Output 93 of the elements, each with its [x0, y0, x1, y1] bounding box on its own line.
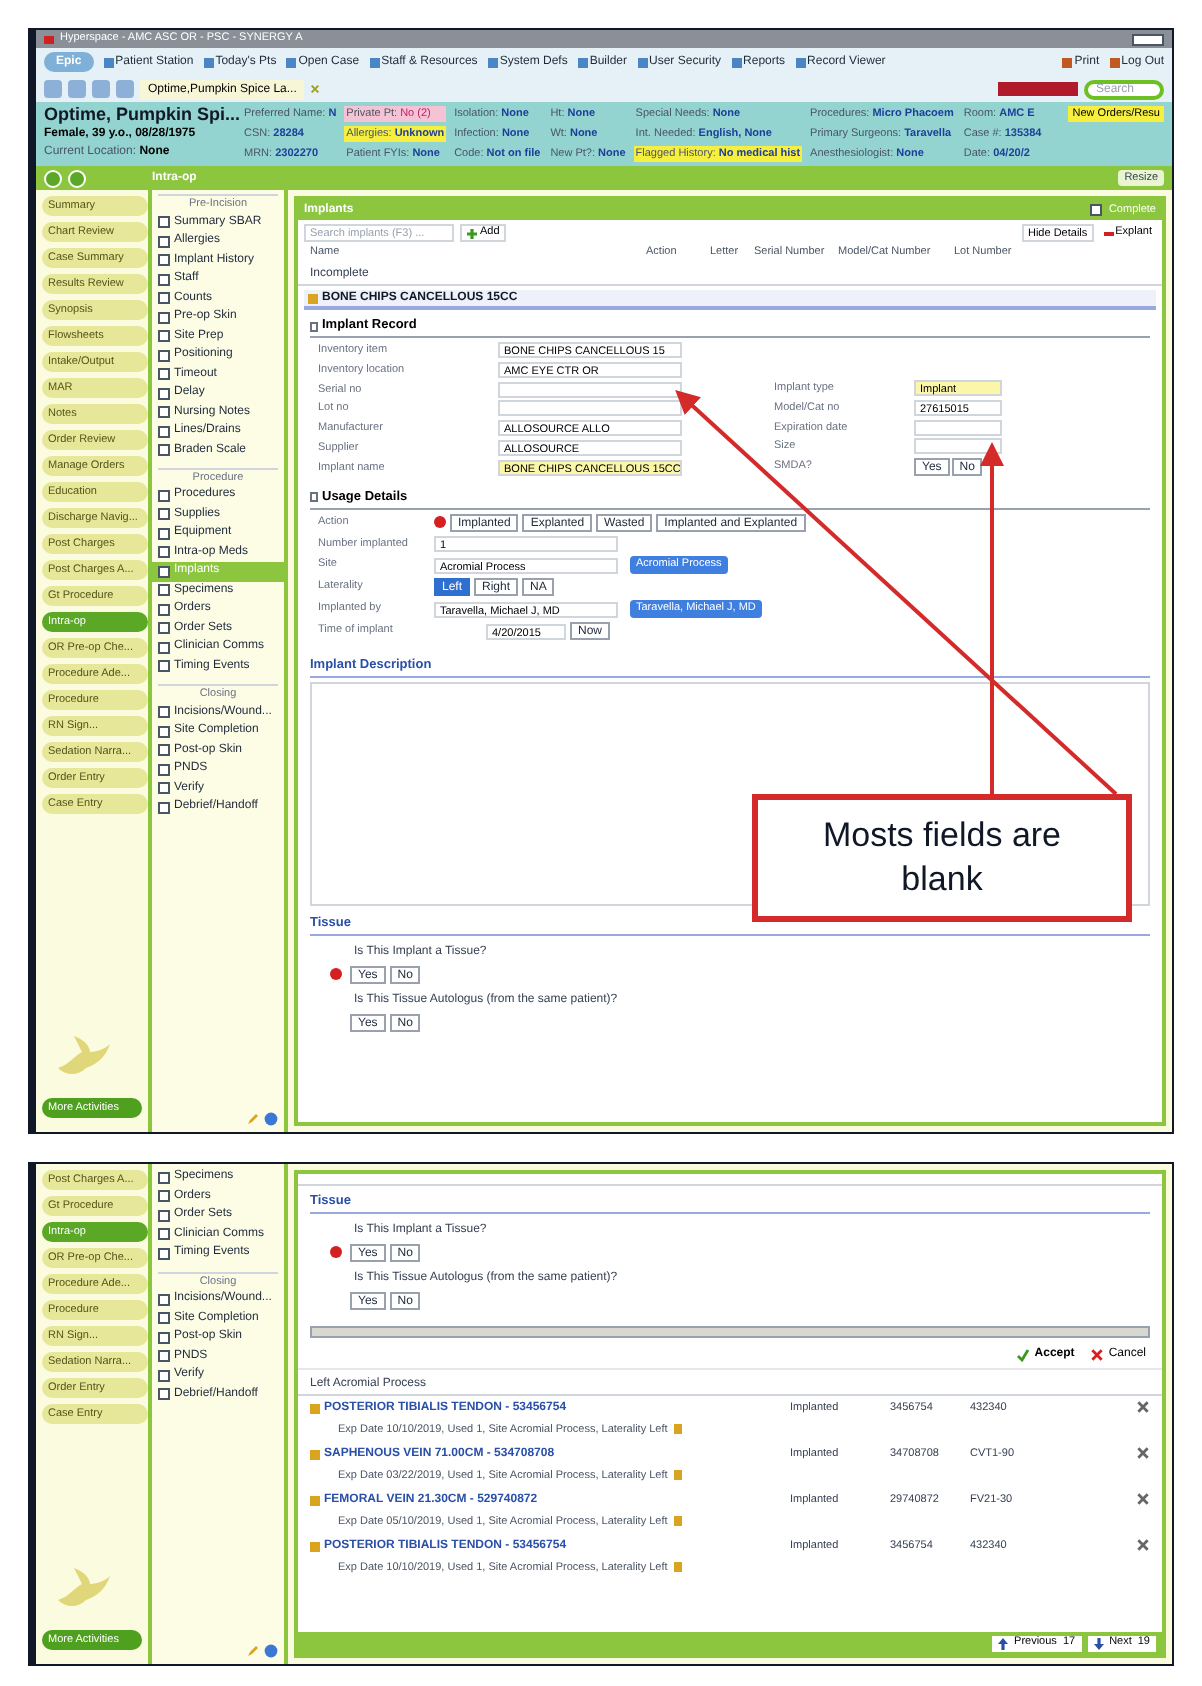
- checkbox[interactable]: [158, 584, 170, 597]
- pencil-icon: [673, 1562, 682, 1573]
- pencil-icon: [673, 1516, 682, 1527]
- pencil-icon: [246, 1112, 260, 1126]
- app-icon: [44, 35, 54, 43]
- toolbar-icon: [731, 57, 742, 67]
- checkbox[interactable]: [158, 801, 170, 813]
- checkbox[interactable]: [158, 1369, 170, 1381]
- checkbox[interactable]: [158, 782, 170, 794]
- toolbar-icon: [487, 57, 498, 67]
- checkbox[interactable]: [158, 387, 170, 399]
- checkbox[interactable]: [158, 508, 170, 521]
- back-icon: [44, 169, 62, 187]
- document-icon: [310, 321, 318, 332]
- checkbox[interactable]: [158, 1293, 170, 1305]
- checkbox[interactable]: [158, 622, 170, 635]
- minus-icon: [1103, 231, 1114, 235]
- remove-button[interactable]: [1136, 1399, 1150, 1414]
- checkbox[interactable]: [158, 1247, 170, 1260]
- checkbox[interactable]: [158, 254, 170, 266]
- checkbox[interactable]: [158, 744, 170, 756]
- toolbar-icon: [286, 57, 297, 67]
- edit-icon: [310, 1449, 320, 1460]
- close-icon: [310, 84, 321, 94]
- input-field[interactable]: [914, 438, 1002, 455]
- input-field[interactable]: [914, 419, 1002, 436]
- checkbox[interactable]: [158, 235, 170, 247]
- help-icon: [264, 1644, 278, 1658]
- toolbar-icon: [369, 57, 380, 67]
- input-field[interactable]: [498, 381, 682, 398]
- forward-icon: [68, 169, 86, 187]
- checkbox[interactable]: [158, 603, 170, 616]
- pencil-icon: [673, 1424, 682, 1435]
- toolbar-icon: [1109, 57, 1120, 67]
- toolbar-icon: [637, 57, 648, 67]
- checkbox[interactable]: [158, 565, 170, 578]
- checkbox[interactable]: [158, 444, 170, 456]
- checkbox[interactable]: [158, 311, 170, 323]
- checkbox[interactable]: [158, 292, 170, 304]
- checkbox[interactable]: [158, 546, 170, 559]
- toolbar-icon: [795, 57, 806, 67]
- checkbox[interactable]: [158, 330, 170, 342]
- checkbox[interactable]: [158, 425, 170, 437]
- pencil-icon: [246, 1644, 260, 1658]
- checkbox[interactable]: [158, 641, 170, 654]
- down-arrow-icon: [1093, 1637, 1104, 1649]
- remove-icon: [1136, 1537, 1150, 1552]
- window-controls-icon: [1132, 33, 1164, 45]
- pencil-icon: [673, 1470, 682, 1481]
- callout-text: Mosts fields are blank: [820, 814, 1064, 902]
- toolbar-icon: [203, 57, 214, 67]
- checkbox[interactable]: [158, 349, 170, 361]
- status-block: [998, 82, 1078, 96]
- checkbox[interactable]: [158, 273, 170, 285]
- edit-icon: [308, 293, 318, 304]
- edit-icon: [310, 1541, 320, 1552]
- remove-button[interactable]: [1136, 1491, 1150, 1506]
- toolbar-icon: [1062, 57, 1073, 67]
- edit-icon: [310, 1403, 320, 1414]
- check-icon: [1016, 1347, 1031, 1362]
- checkbox[interactable]: [158, 1190, 170, 1203]
- remove-button[interactable]: [1136, 1445, 1150, 1460]
- toolbar-icon: [577, 57, 588, 67]
- remove-icon: [1136, 1399, 1150, 1414]
- remove-icon: [1136, 1491, 1150, 1506]
- checkbox[interactable]: [158, 706, 170, 718]
- edit-icon: [310, 1495, 320, 1506]
- checkbox[interactable]: [158, 763, 170, 775]
- help-icon: [264, 1112, 278, 1126]
- plus-icon: [466, 227, 478, 239]
- checkbox[interactable]: [158, 1171, 170, 1184]
- checkbox[interactable]: [158, 1388, 170, 1400]
- checkbox[interactable]: [158, 1312, 170, 1324]
- input-field[interactable]: [498, 400, 682, 417]
- checkbox[interactable]: [158, 527, 170, 540]
- checkbox[interactable]: [158, 1331, 170, 1343]
- checkbox[interactable]: [158, 1228, 170, 1241]
- close-icon: [1090, 1347, 1105, 1362]
- toolbar-icon: [103, 57, 114, 67]
- checkbox[interactable]: [158, 1209, 170, 1222]
- document-icon: [310, 492, 318, 503]
- remove-icon: [1136, 1445, 1150, 1460]
- checkbox[interactable]: [158, 660, 170, 673]
- patient-name: Optime, Pumpkin Spi...: [44, 104, 236, 126]
- checkbox[interactable]: [158, 1350, 170, 1362]
- checkbox[interactable]: [158, 725, 170, 737]
- checkbox[interactable]: [158, 489, 170, 502]
- checkbox[interactable]: [158, 368, 170, 380]
- checkbox[interactable]: [158, 216, 170, 228]
- checkbox[interactable]: [1090, 204, 1103, 216]
- up-arrow-icon: [998, 1637, 1009, 1649]
- remove-button[interactable]: [1136, 1537, 1150, 1552]
- checkbox[interactable]: [158, 406, 170, 418]
